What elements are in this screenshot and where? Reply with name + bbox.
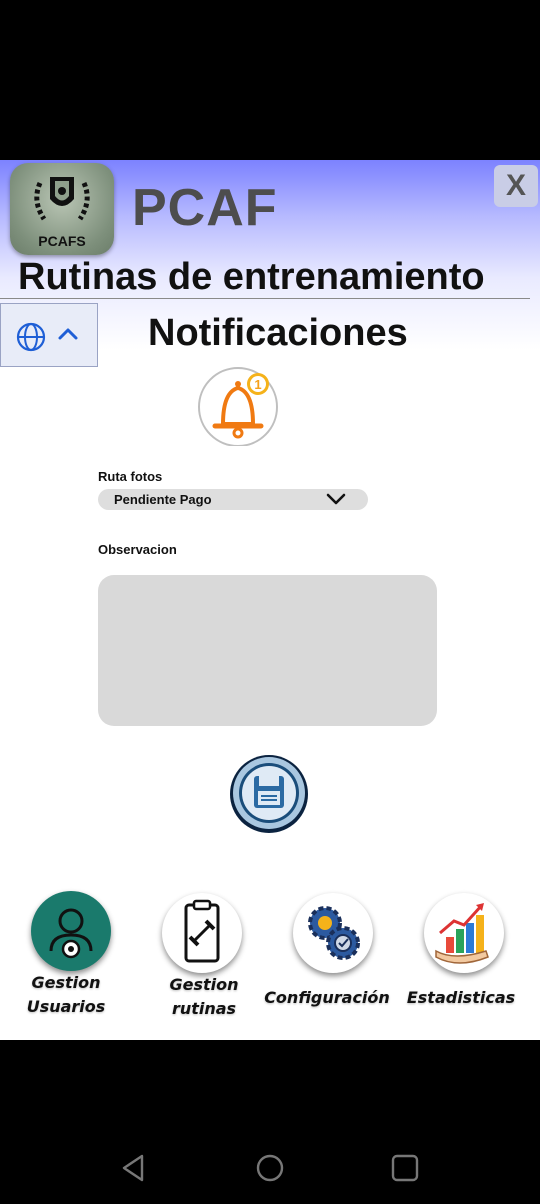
chevron-down-icon — [326, 493, 346, 505]
laurel-shield-icon — [34, 177, 90, 221]
header-divider — [0, 298, 530, 299]
nav-gestion-usuarios-label: Gestion Usuarios — [26, 973, 106, 1016]
nav-configuracion-button[interactable] — [293, 893, 373, 973]
user-gear-icon — [49, 908, 93, 959]
globe-icon — [16, 322, 46, 352]
page-title: Rutinas de entrenamiento — [18, 256, 485, 298]
clipboard-dumbbell-icon — [184, 899, 220, 963]
nav-estadisticas-button[interactable] — [424, 893, 504, 973]
chevron-up-icon — [58, 328, 78, 340]
app-name: PCAF — [132, 179, 278, 237]
recent-apps-icon[interactable] — [390, 1153, 420, 1183]
observacion-label: Observacion — [98, 542, 177, 557]
observacion-textarea[interactable] — [98, 575, 437, 726]
app-logo[interactable]: PCAFS — [10, 163, 114, 255]
app-screen: PCAFS PCAF X Rutinas de entrenamiento No… — [0, 160, 540, 1040]
nav-gestion-rutinas-label: Gestion rutinas — [169, 975, 239, 1018]
save-floppy-icon[interactable] — [228, 752, 310, 834]
logo-text: PCAFS — [38, 233, 86, 249]
section-title: Notificaciones — [148, 312, 408, 354]
system-navigation-bar — [0, 1040, 540, 1204]
gears-icon — [308, 906, 360, 960]
notification-bell-icon[interactable]: 1 — [197, 364, 279, 446]
nav-gestion-usuarios-button[interactable] — [31, 891, 111, 971]
ruta-fotos-value: Pendiente Pago — [114, 492, 212, 507]
notification-count: 1 — [254, 377, 261, 392]
nav-configuracion-label: Configuración — [264, 988, 390, 1007]
back-icon[interactable] — [118, 1152, 150, 1184]
ruta-fotos-select[interactable]: Pendiente Pago — [98, 489, 368, 510]
ruta-fotos-label: Ruta fotos — [98, 469, 163, 484]
nav-gestion-rutinas-button[interactable] — [162, 893, 242, 973]
bar-chart-icon — [435, 903, 489, 964]
home-icon[interactable] — [255, 1153, 285, 1183]
nav-estadisticas-label: Estadisticas — [406, 988, 516, 1007]
close-button[interactable]: X — [494, 165, 538, 207]
language-selector[interactable] — [0, 303, 98, 367]
